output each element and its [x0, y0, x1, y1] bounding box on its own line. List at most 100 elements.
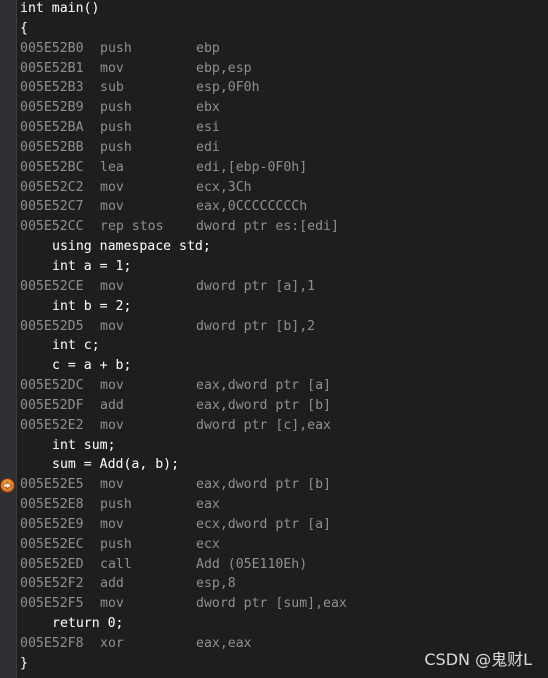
instruction-mnemonic: call [100, 556, 132, 572]
disassembly-window: int main() {005E52B0 push ebp 005E52B1 mov ebp… [0, 0, 548, 678]
instruction-operands: eax [196, 497, 220, 513]
source-text: sum = Add(a, b); [52, 457, 180, 473]
instruction-mnemonic: mov [100, 179, 124, 195]
current-instruction-arrow-icon[interactable] [0, 477, 15, 493]
asm-line[interactable]: 005E52BA push esi [20, 118, 548, 138]
asm-line[interactable]: 005E52B1 mov ebp,esp [20, 59, 548, 79]
instruction-mnemonic: mov [100, 477, 124, 493]
instruction-address: 005E52EC [20, 536, 84, 552]
source-line[interactable]: return 0; [20, 614, 548, 634]
instruction-operands: esp,8 [196, 576, 236, 592]
source-text: int c; [52, 338, 100, 354]
source-text: c = a + b; [52, 358, 132, 374]
asm-line[interactable]: 005E52EC push ecx [20, 535, 548, 555]
source-text: { [20, 20, 28, 36]
asm-line[interactable]: 005E52E9 mov ecx,dword ptr [a] [20, 515, 548, 535]
source-text: using namespace std; [52, 239, 211, 255]
instruction-operands: eax,dword ptr [a] [196, 378, 331, 394]
instruction-mnemonic: mov [100, 278, 124, 294]
instruction-operands: ecx [196, 536, 220, 552]
instruction-address: 005E52E9 [20, 516, 84, 532]
source-line[interactable]: int a = 1; [20, 257, 548, 277]
instruction-operands: eax,0CCCCCCCCh [196, 199, 308, 215]
instruction-operands: ecx,3Ch [196, 179, 252, 195]
instruction-address: 005E52C2 [20, 179, 84, 195]
instruction-mnemonic: push [100, 139, 132, 155]
source-text: int main() [20, 1, 100, 16]
asm-line[interactable]: 005E52E8 push eax [20, 495, 548, 515]
instruction-address: 005E52BC [20, 159, 84, 175]
asm-line[interactable]: 005E52C7 mov eax,0CCCCCCCCh [20, 197, 548, 217]
source-line[interactable]: { [20, 19, 548, 39]
asm-line[interactable]: 005E52D5 mov dword ptr [b],2 [20, 317, 548, 337]
asm-line[interactable]: 005E52CE mov dword ptr [a],1 [20, 277, 548, 297]
instruction-mnemonic: mov [100, 378, 124, 394]
instruction-address: 005E52BA [20, 120, 84, 136]
source-line[interactable]: int main() [20, 0, 548, 19]
source-line[interactable]: c = a + b; [20, 356, 548, 376]
source-text: } [20, 655, 28, 671]
instruction-address: 005E52D5 [20, 318, 84, 334]
asm-line[interactable]: 005E52C2 mov ecx,3Ch [20, 178, 548, 198]
instruction-mnemonic: xor [100, 636, 124, 651]
instruction-mnemonic: add [100, 576, 124, 592]
source-line[interactable]: int c; [20, 336, 548, 356]
asm-line[interactable]: 005E52F2 add esp,8 [20, 574, 548, 594]
instruction-mnemonic: push [100, 120, 132, 136]
instruction-address: 005E52BB [20, 139, 84, 155]
instruction-operands: esi [196, 120, 220, 136]
asm-line[interactable]: 005E52E5 mov eax,dword ptr [b] [20, 475, 548, 495]
instruction-address: 005E52CE [20, 278, 84, 294]
asm-line[interactable]: 005E52DF add eax,dword ptr [b] [20, 396, 548, 416]
instruction-operands: Add (05E110Eh) [196, 556, 308, 572]
instruction-operands: dword ptr es:[edi] [196, 219, 339, 235]
instruction-operands: ebp,esp [196, 60, 252, 76]
instruction-operands: esp,0F0h [196, 80, 260, 96]
gutter-divider [16, 0, 17, 678]
asm-line[interactable]: 005E52B3 sub esp,0F0h [20, 78, 548, 98]
instruction-mnemonic: mov [100, 318, 124, 334]
instruction-operands: eax,dword ptr [b] [196, 477, 331, 493]
source-text: return 0; [52, 616, 124, 632]
asm-line[interactable]: 005E52BC lea edi,[ebp-0F0h] [20, 158, 548, 178]
instruction-mnemonic: push [100, 497, 132, 513]
watermark: CSDN @鬼财L [424, 650, 532, 669]
instruction-mnemonic: mov [100, 417, 124, 433]
asm-line[interactable]: 005E52B9 push ebx [20, 98, 548, 118]
asm-line[interactable]: 005E52ED call Add (05E110Eh) [20, 555, 548, 575]
instruction-address: 005E52B3 [20, 80, 84, 96]
instruction-address: 005E52B9 [20, 100, 84, 116]
source-text: int sum; [52, 437, 116, 453]
asm-line[interactable]: 005E52DC mov eax,dword ptr [a] [20, 376, 548, 396]
instruction-operands: eax,dword ptr [b] [196, 397, 331, 413]
instruction-mnemonic: mov [100, 596, 124, 612]
instruction-address: 005E52ED [20, 556, 84, 572]
instruction-address: 005E52B0 [20, 40, 84, 56]
source-text: int b = 2; [52, 298, 132, 314]
source-line[interactable]: int sum; [20, 436, 548, 456]
source-line[interactable]: using namespace std; [20, 237, 548, 257]
instruction-operands: ebp [196, 40, 220, 56]
asm-line[interactable]: 005E52F5 mov dword ptr [sum],eax [20, 594, 548, 614]
source-line[interactable]: int b = 2; [20, 297, 548, 317]
instruction-address: 005E52DF [20, 397, 84, 413]
asm-line[interactable]: 005E52B0 push ebp [20, 39, 548, 59]
instruction-operands: edi,[ebp-0F0h] [196, 159, 308, 175]
disassembly-code-view[interactable]: int main() {005E52B0 push ebp 005E52B1 mov ebp… [20, 0, 548, 674]
instruction-address: 005E52F8 [20, 636, 84, 651]
breakpoint-gutter[interactable] [0, 0, 16, 678]
instruction-mnemonic: push [100, 536, 132, 552]
instruction-address: 005E52CC [20, 219, 84, 235]
instruction-operands: dword ptr [a],1 [196, 278, 316, 294]
instruction-address: 005E52F2 [20, 576, 84, 592]
instruction-mnemonic: mov [100, 60, 124, 76]
instruction-operands: dword ptr [sum],eax [196, 596, 347, 612]
asm-line[interactable]: 005E52E2 mov dword ptr [c],eax [20, 416, 548, 436]
asm-line[interactable]: 005E52BB push edi [20, 138, 548, 158]
instruction-operands: ecx,dword ptr [a] [196, 516, 331, 532]
source-line[interactable]: sum = Add(a, b); [20, 455, 548, 475]
instruction-address: 005E52E2 [20, 417, 84, 433]
instruction-mnemonic: mov [100, 199, 124, 215]
instruction-address: 005E52B1 [20, 60, 84, 76]
asm-line[interactable]: 005E52CC rep stos dword ptr es:[edi] [20, 217, 548, 237]
